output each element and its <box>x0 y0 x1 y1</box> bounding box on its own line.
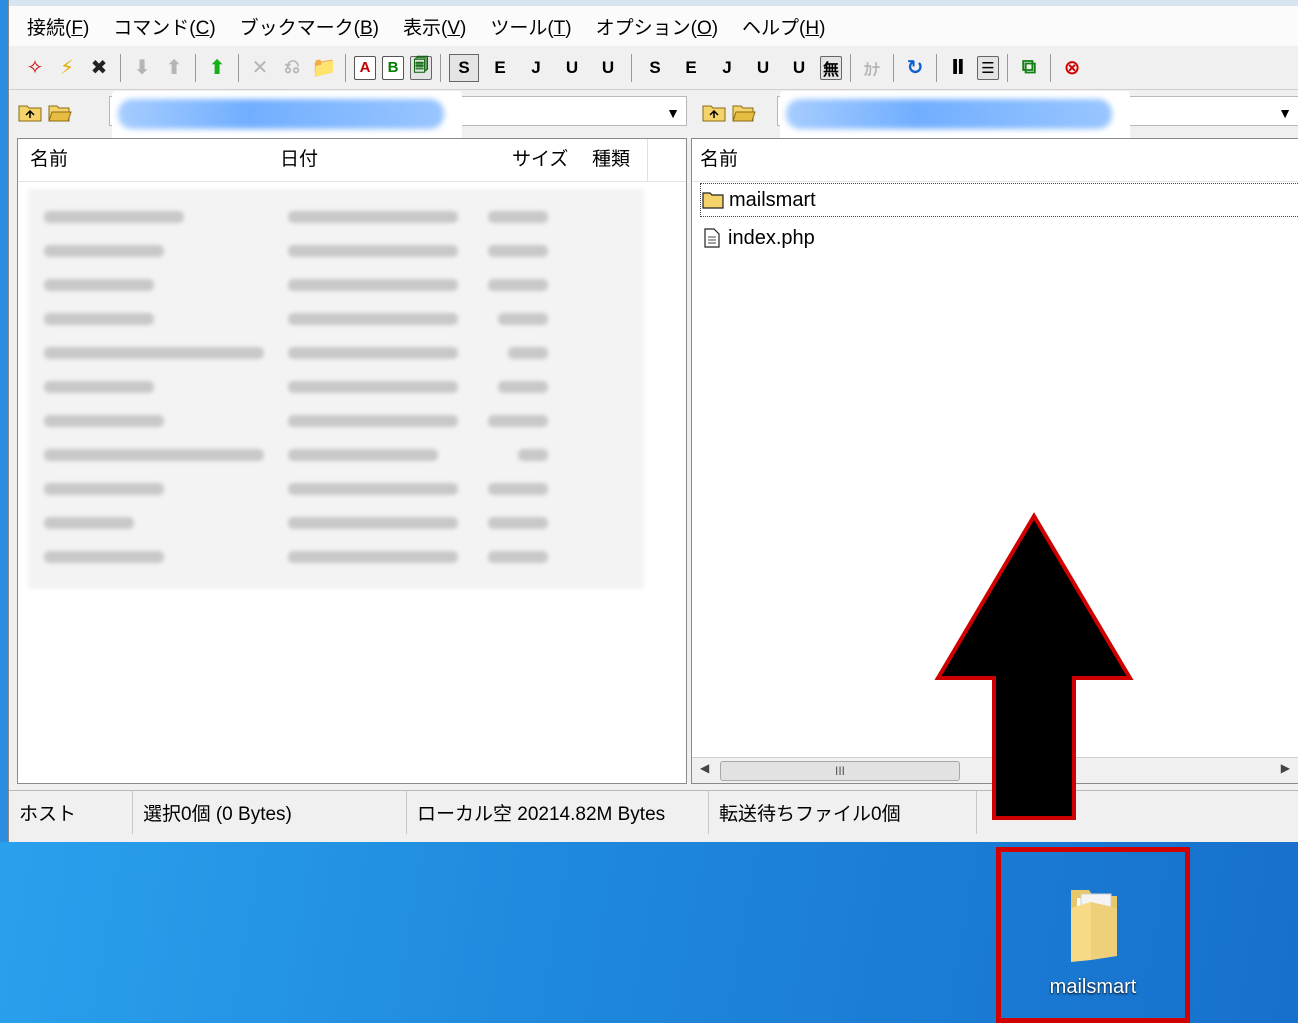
detail-view-icon[interactable]: ☰ <box>977 55 999 80</box>
status-host: ホスト <box>9 791 133 834</box>
delete-icon[interactable]: ✕ <box>247 54 273 82</box>
toolbar-separator <box>195 53 196 82</box>
local-file-list[interactable]: 名前 日付 サイズ 種類 <box>17 138 687 784</box>
disconnect-icon[interactable]: ✖ <box>86 54 112 82</box>
toolbar-separator <box>850 53 851 82</box>
toolbar-separator <box>1007 53 1008 82</box>
toolbar-separator <box>936 53 937 82</box>
desktop-icon-label: mailsmart <box>1049 976 1137 998</box>
new-folder-icon[interactable]: 📁 <box>311 54 337 82</box>
local-files-redacted <box>28 189 644 589</box>
list-item-mailsmart[interactable]: mailsmart <box>700 183 1298 217</box>
menu-bar: 接続(F) コマンド(C) ブックマーク(B) 表示(V) ツール(T) オプシ… <box>9 0 1298 46</box>
file-icon <box>700 228 724 248</box>
auto-mode-icon[interactable]: 🗐 <box>410 55 432 80</box>
toolbar-separator <box>893 53 894 82</box>
menu-tools[interactable]: ツール(T) <box>490 13 571 40</box>
remote-list-header: 名前 <box>692 139 1298 182</box>
chevron-down-icon[interactable]: ▼ <box>1278 105 1292 121</box>
status-local-free: ローカル空 20214.82M Bytes <box>407 791 709 834</box>
toolbar: ✧ ⚡ ✖ ⬇ ⬆ ⬆ ✕ ⎌ 📁 A B 🗐 S E J U U S E J … <box>9 46 1298 90</box>
toolbar-separator <box>1050 53 1051 82</box>
local-euc-icon[interactable]: E <box>676 54 706 82</box>
status-selection: 選択0個 (0 Bytes) <box>133 791 407 834</box>
column-type[interactable]: 種類 <box>592 139 648 181</box>
sync-dir-icon[interactable]: ⧉ <box>1016 54 1042 82</box>
toolbar-separator <box>345 53 346 82</box>
mirror-upload-icon[interactable]: ⬆ <box>204 54 230 82</box>
scroll-left-icon[interactable]: ◀ <box>700 761 709 775</box>
list-item-index-php[interactable]: index.php <box>700 221 815 255</box>
column-date[interactable]: 日付 <box>280 139 500 181</box>
menu-view[interactable]: 表示(V) <box>403 13 466 40</box>
menu-connect[interactable]: 接続(F) <box>27 13 89 40</box>
no-convert-icon[interactable]: 無 <box>820 55 842 80</box>
column-name[interactable]: 名前 <box>700 139 1290 181</box>
toolbar-separator <box>631 53 632 82</box>
toolbar-separator <box>120 53 121 82</box>
file-name: mailsmart <box>729 188 816 211</box>
local-utf8-icon[interactable]: U <box>748 54 778 82</box>
scroll-right-icon[interactable]: ▶ <box>1281 761 1290 775</box>
menu-bookmark[interactable]: ブックマーク(B) <box>240 13 379 40</box>
desktop-folder-mailsmart[interactable]: mailsmart <box>996 847 1190 1023</box>
ascii-mode-icon[interactable]: A <box>354 55 376 80</box>
host-utf8n-icon[interactable]: U <box>593 54 623 82</box>
toolbar-separator <box>238 53 239 82</box>
local-path-redacted <box>112 91 462 143</box>
local-list-header: 名前 日付 サイズ 種類 <box>18 139 686 182</box>
upload-icon[interactable]: ⬆ <box>161 54 187 82</box>
up-arrow-icon <box>934 512 1134 820</box>
remote-up-folder-icon[interactable] <box>701 99 727 125</box>
column-size[interactable]: サイズ <box>512 139 578 181</box>
remote-path-redacted <box>780 91 1130 143</box>
stop-icon[interactable]: ⊗ <box>1059 54 1085 82</box>
local-path-input[interactable]: ▼ <box>109 91 687 143</box>
local-utf8n-icon[interactable]: U <box>784 54 814 82</box>
quick-connect-icon[interactable]: ⚡ <box>54 54 80 82</box>
folder-icon <box>1067 884 1123 962</box>
kana-convert-icon[interactable]: ｶﾅ <box>859 54 885 82</box>
column-name[interactable]: 名前 <box>30 139 270 181</box>
toolbar-separator <box>440 53 441 82</box>
rename-icon[interactable]: ⎌ <box>279 54 305 82</box>
remote-open-folder-icon[interactable] <box>731 99 757 125</box>
file-name: index.php <box>728 226 815 249</box>
host-utf8-icon[interactable]: U <box>557 54 587 82</box>
folder-icon <box>701 190 725 210</box>
local-sjis-icon[interactable]: S <box>640 54 670 82</box>
local-up-folder-icon[interactable] <box>17 99 43 125</box>
binary-mode-icon[interactable]: B <box>382 55 404 80</box>
local-jis-icon[interactable]: J <box>712 54 742 82</box>
host-jis-icon[interactable]: J <box>521 54 551 82</box>
menu-command[interactable]: コマンド(C) <box>113 13 215 40</box>
list-view-icon[interactable]: Ⅱ <box>945 54 971 82</box>
refresh-icon[interactable]: ↻ <box>902 54 928 82</box>
scroll-thumb[interactable]: III <box>720 761 960 781</box>
menu-options[interactable]: オプション(O) <box>596 13 718 40</box>
remote-path-input[interactable]: ▼ <box>777 91 1298 143</box>
remote-path-bar: ▼ <box>693 91 1298 143</box>
host-euc-icon[interactable]: E <box>485 54 515 82</box>
connect-icon[interactable]: ✧ <box>22 54 48 82</box>
chevron-down-icon[interactable]: ▼ <box>666 105 680 121</box>
menu-help[interactable]: ヘルプ(H) <box>742 13 825 40</box>
download-icon[interactable]: ⬇ <box>129 54 155 82</box>
local-open-folder-icon[interactable] <box>47 99 73 125</box>
host-sjis-icon[interactable]: S <box>449 53 479 82</box>
local-path-bar: ▼ <box>9 91 689 143</box>
